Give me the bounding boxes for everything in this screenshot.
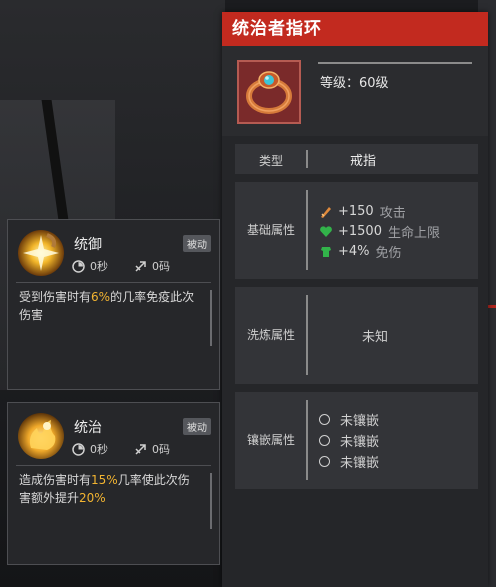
cooldown-icon bbox=[72, 259, 85, 273]
skill-card-tongzhi: 统治 被动 0秒 0码 造成伤害时有15%几率使此次伤害额外提升20% bbox=[7, 402, 220, 565]
row-separator bbox=[306, 190, 308, 270]
refine-label: 洗炼属性 bbox=[246, 328, 295, 342]
socket-label: 镶嵌属性 bbox=[246, 433, 295, 447]
ring-icon[interactable] bbox=[237, 60, 301, 124]
row-separator bbox=[306, 400, 308, 480]
skill-range: 0码 bbox=[134, 258, 170, 274]
item-detail-panel: 统治者指环 等级：60级 类型 戒指 基础属性 +150 攻击 +1500 生命… bbox=[222, 12, 488, 587]
refine-attributes-row: 洗炼属性 未知 bbox=[235, 287, 478, 384]
range-value: 0码 bbox=[152, 260, 170, 273]
item-level: 等级：60级 bbox=[320, 76, 389, 91]
item-header: 等级：60级 bbox=[222, 46, 488, 136]
skill-name: 统治 bbox=[74, 420, 102, 436]
row-separator bbox=[306, 295, 308, 375]
cooldown-value: 0秒 bbox=[90, 443, 108, 456]
socket-status: 未镶嵌 bbox=[340, 414, 380, 429]
socket-slot: 未镶嵌 bbox=[319, 431, 379, 450]
socket-attributes-row: 镶嵌属性 未镶嵌 未镶嵌 未镶嵌 bbox=[235, 392, 478, 489]
socket-status: 未镶嵌 bbox=[340, 435, 380, 450]
base-label: 基础属性 bbox=[246, 223, 295, 237]
attr-name: 免伤 bbox=[375, 246, 402, 261]
attr-value: +150 bbox=[338, 204, 374, 219]
passive-badge: 被动 bbox=[183, 235, 211, 252]
cooldown-icon bbox=[72, 442, 85, 456]
skill-cooldown: 0秒 bbox=[72, 441, 108, 457]
heart-icon bbox=[319, 225, 333, 239]
scrollbar[interactable] bbox=[210, 290, 212, 346]
skill-name: 统御 bbox=[74, 237, 102, 253]
card-divider bbox=[16, 465, 211, 466]
range-icon bbox=[135, 443, 146, 455]
socket-slot: 未镶嵌 bbox=[319, 452, 379, 471]
cooldown-value: 0秒 bbox=[90, 260, 108, 273]
skill-description: 受到伤害时有6%的几率免疫此次伤害 bbox=[19, 290, 195, 322]
skill-card-tongyu: 统御 被动 0秒 0码 受到伤害时有6%的几率免疫此次伤害 bbox=[7, 219, 220, 390]
attack-icon bbox=[319, 205, 333, 219]
armor-icon bbox=[319, 245, 333, 259]
attr-value: +1500 bbox=[338, 224, 382, 239]
passive-badge: 被动 bbox=[183, 418, 211, 435]
empty-socket-icon bbox=[319, 435, 330, 446]
attr-name: 生命上限 bbox=[387, 226, 440, 241]
card-divider bbox=[16, 282, 211, 283]
empty-socket-icon bbox=[319, 414, 330, 425]
item-title: 统治者指环 bbox=[222, 12, 488, 46]
skill-range: 0码 bbox=[134, 441, 170, 457]
range-icon bbox=[135, 260, 146, 272]
hp-attr: +1500 生命上限 bbox=[319, 222, 440, 241]
socket-slot: 未镶嵌 bbox=[319, 410, 379, 429]
refine-value: 未知 bbox=[362, 330, 389, 345]
range-value: 0码 bbox=[152, 443, 170, 456]
row-separator bbox=[306, 150, 308, 168]
base-attributes-row: 基础属性 +150 攻击 +1500 生命上限 +4% 免伤 bbox=[235, 182, 478, 279]
attack-attr: +150 攻击 bbox=[319, 202, 406, 221]
attr-name: 攻击 bbox=[379, 206, 406, 221]
type-label: 类型 bbox=[258, 154, 283, 168]
empty-socket-icon bbox=[319, 456, 330, 467]
scrollbar[interactable] bbox=[210, 473, 212, 529]
type-row: 类型 戒指 bbox=[235, 144, 478, 174]
socket-status: 未镶嵌 bbox=[340, 456, 380, 471]
skill-cooldown: 0秒 bbox=[72, 258, 108, 274]
skill-flame-icon bbox=[17, 412, 65, 460]
damage-reduction-attr: +4% 免伤 bbox=[319, 242, 402, 261]
attr-value: +4% bbox=[338, 244, 370, 259]
skill-burst-icon bbox=[17, 229, 65, 277]
type-value: 戒指 bbox=[350, 154, 377, 169]
skill-description: 造成伤害时有15%几率使此次伤害额外提升20% bbox=[19, 473, 190, 505]
level-divider bbox=[318, 62, 472, 64]
